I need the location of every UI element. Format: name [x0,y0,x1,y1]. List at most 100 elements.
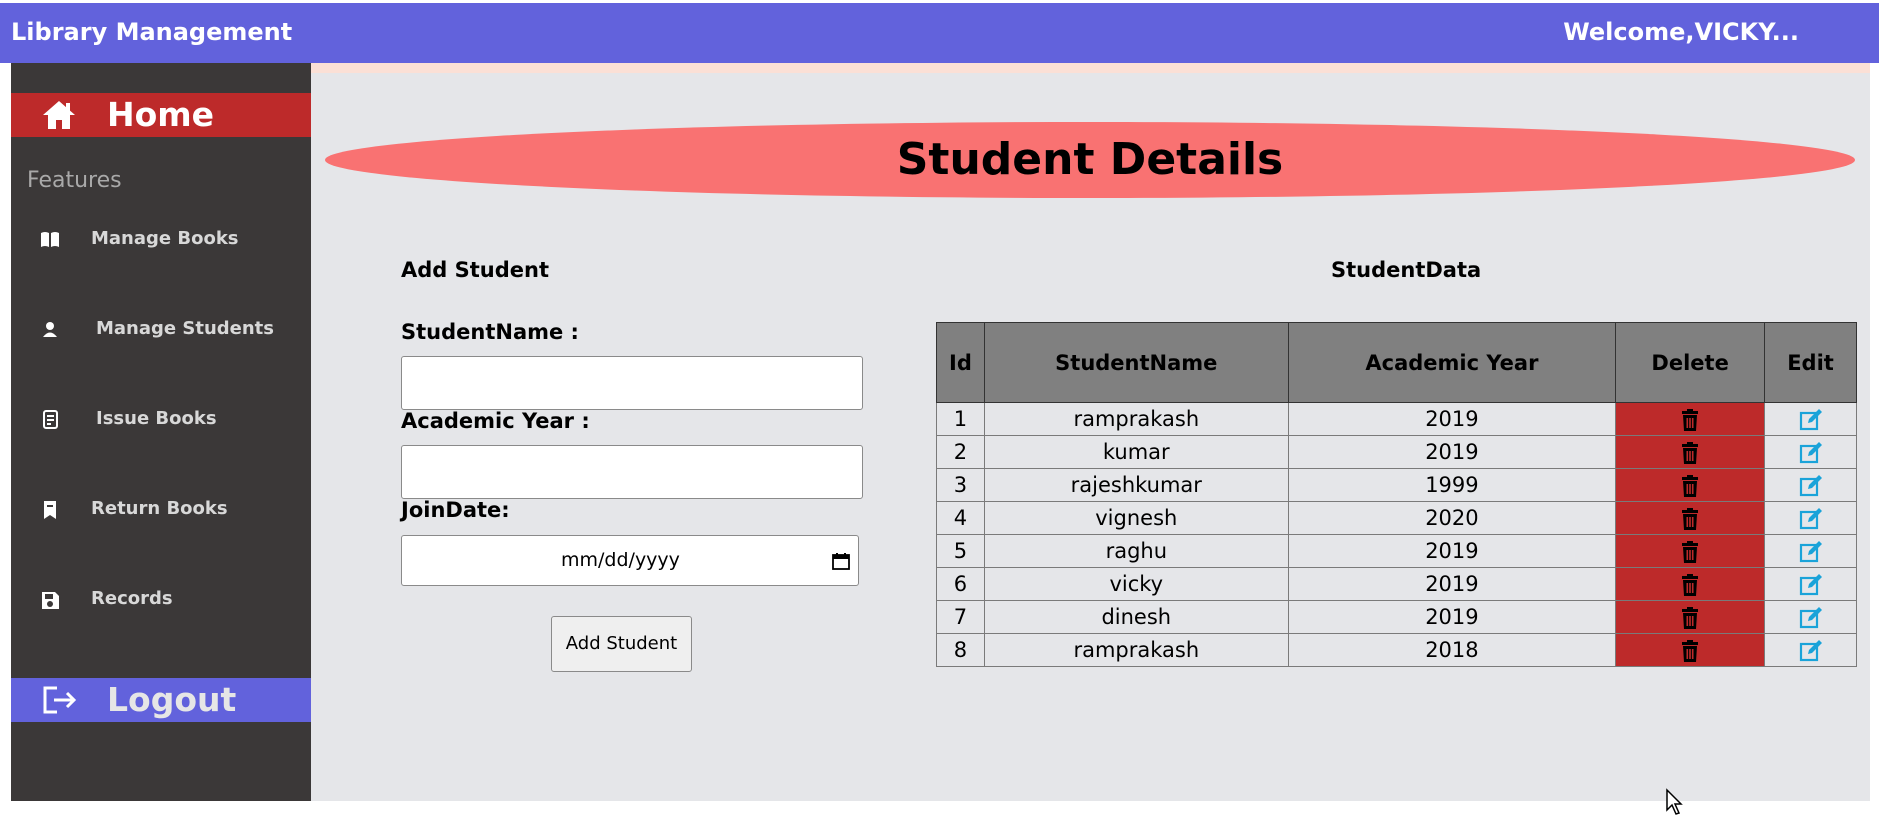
edit-icon [1799,606,1822,628]
cell-id: 6 [936,567,985,601]
trash-icon [1682,573,1699,596]
cell-id: 7 [936,600,985,634]
receipt-icon [43,410,58,429]
col-id-header: Id [936,322,985,403]
sidebar-item-label: Issue Books [96,408,217,429]
top-header: Library Management Welcome,VICKY... [0,3,1879,63]
cell-academic-year: 2019 [1287,567,1617,601]
logout-icon [43,686,77,714]
sidebar-item-manage-books[interactable]: Manage Books [11,215,311,265]
edit-icon [1799,474,1822,496]
sidebar-home-button[interactable]: Home [11,93,311,137]
trash-icon [1682,540,1699,563]
cell-student-name: ramprakash [983,402,1289,436]
sidebar: Home Features Manage Books Manage Studen… [11,63,311,801]
cell-id: 3 [936,468,985,502]
add-student-button[interactable]: Add Student [551,616,692,672]
delete-button[interactable] [1615,402,1766,436]
page-title-banner: Student Details [325,122,1855,198]
edit-button[interactable] [1764,567,1857,601]
sidebar-item-label: Manage Books [91,228,239,249]
delete-button[interactable] [1615,567,1766,601]
trash-icon [1682,606,1699,629]
academic-year-input[interactable] [401,445,863,499]
cell-academic-year: 1999 [1287,468,1617,502]
left-edge [0,63,11,801]
student-name-input[interactable] [401,356,863,410]
table-row: 8 ramprakash 2018 [936,633,1857,667]
join-date-input[interactable]: mm/dd/yyyy [401,535,859,586]
save-icon [42,592,59,609]
sidebar-item-label: Return Books [91,498,228,519]
edit-icon [1799,441,1822,463]
features-heading: Features [27,168,122,193]
edit-button[interactable] [1764,534,1857,568]
delete-button[interactable] [1615,633,1766,667]
student-table: Id StudentName Academic Year Delete Edit… [936,322,1857,667]
user-icon [43,322,57,337]
cell-student-name: ramprakash [983,633,1289,667]
sidebar-item-return-books[interactable]: Return Books [11,485,311,535]
table-row: 5 raghu 2019 [936,534,1857,568]
cell-student-name: dinesh [983,600,1289,634]
date-placeholder: mm/dd/yyyy [561,549,680,571]
col-student-name-header: StudentName [983,322,1289,403]
main-content: Student Details Add Student StudentName … [311,63,1879,815]
cell-academic-year: 2019 [1287,534,1617,568]
sidebar-item-issue-books[interactable]: Issue Books [11,395,311,445]
cell-id: 5 [936,534,985,568]
trash-icon [1682,408,1699,431]
edit-icon [1799,639,1822,661]
table-row: 3 rajeshkumar 1999 [936,468,1857,502]
welcome-user-text: Welcome,VICKY... [1563,18,1799,46]
cell-id: 2 [936,435,985,469]
logout-label: Logout [107,680,237,719]
logout-button[interactable]: Logout [11,678,311,722]
trash-icon [1682,507,1699,530]
home-icon [43,101,75,129]
trash-icon [1682,441,1699,464]
delete-button[interactable] [1615,600,1766,634]
delete-button[interactable] [1615,468,1766,502]
table-row: 1 ramprakash 2019 [936,402,1857,436]
cell-student-name: kumar [983,435,1289,469]
table-header-row: Id StudentName Academic Year Delete Edit [936,322,1857,403]
edit-icon [1799,507,1822,529]
delete-button[interactable] [1615,501,1766,535]
calendar-icon[interactable] [832,552,850,570]
cell-student-name: rajeshkumar [983,468,1289,502]
table-row: 2 kumar 2019 [936,435,1857,469]
cell-academic-year: 2019 [1287,402,1617,436]
add-student-heading: Add Student [401,258,550,282]
cell-student-name: vignesh [983,501,1289,535]
delete-button[interactable] [1615,534,1766,568]
col-edit-header: Edit [1764,322,1857,403]
app-title: Library Management [11,18,293,46]
sidebar-item-records[interactable]: Records [11,575,311,625]
cell-academic-year: 2020 [1287,501,1617,535]
edit-button[interactable] [1764,633,1857,667]
edit-button[interactable] [1764,435,1857,469]
bookmark-icon [44,501,56,519]
table-row: 6 vicky 2019 [936,567,1857,601]
edit-button[interactable] [1764,468,1857,502]
cell-id: 8 [936,633,985,667]
table-row: 4 vignesh 2020 [936,501,1857,535]
book-open-icon [41,232,59,247]
edit-button[interactable] [1764,501,1857,535]
table-row: 7 dinesh 2019 [936,600,1857,634]
cell-academic-year: 2018 [1287,633,1617,667]
main-top-glow [311,63,1870,73]
trash-icon [1682,639,1699,662]
trash-icon [1682,474,1699,497]
sidebar-item-manage-students[interactable]: Manage Students [11,305,311,355]
edit-icon [1799,408,1822,430]
delete-button[interactable] [1615,435,1766,469]
edit-button[interactable] [1764,600,1857,634]
cell-academic-year: 2019 [1287,600,1617,634]
cell-student-name: vicky [983,567,1289,601]
student-data-heading: StudentData [1331,258,1482,282]
cell-id: 4 [936,501,985,535]
edit-icon [1799,573,1822,595]
edit-button[interactable] [1764,402,1857,436]
